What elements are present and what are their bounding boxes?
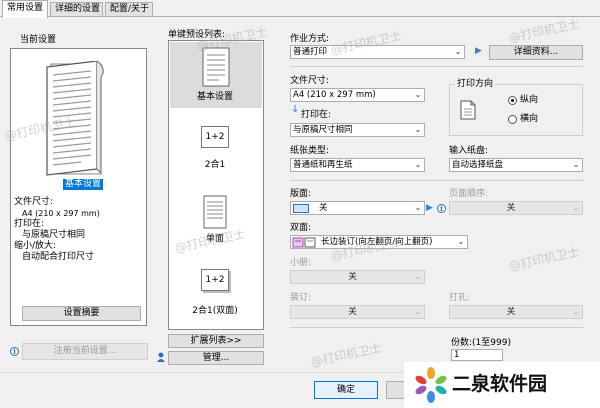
- preview-label: 基本设置: [63, 179, 104, 190]
- booklet-value: 关: [348, 272, 357, 282]
- basic-settings-icon[interactable]: [202, 47, 230, 87]
- brand-name: 二泉软件园: [452, 373, 548, 395]
- settings-summary-button[interactable]: 设置摘要: [22, 306, 141, 321]
- punch-select[interactable]: 关 ⌄: [449, 305, 583, 319]
- brand-logo-icon: [415, 367, 447, 403]
- job-type-select[interactable]: 普通打印 ⌄: [290, 45, 465, 59]
- one-click-item-label[interactable]: 2合1: [169, 160, 261, 171]
- chevron-down-icon: ⌄: [454, 47, 462, 56]
- tab-bar: 常用设置 详细的设置 配置/关于: [0, 0, 600, 18]
- chevron-down-icon: ⌄: [414, 125, 422, 134]
- layout-label: 版面:: [290, 189, 312, 199]
- chevron-down-icon: ⌄: [414, 160, 422, 169]
- duplex-icon: [292, 237, 316, 248]
- chevron-down-icon: ⌄: [572, 203, 580, 212]
- summary-line: 文件尺寸:: [14, 197, 54, 207]
- info-icon: i: [437, 204, 446, 213]
- duplex-label: 双面:: [290, 223, 312, 233]
- binding-label: 装订:: [290, 293, 312, 303]
- copies-value: 1: [454, 350, 460, 360]
- two-in-one-duplex-icon[interactable]: 1+2: [201, 269, 229, 291]
- current-settings-panel: 基本设置: [10, 48, 147, 326]
- media-type-label: 纸张类型:: [290, 146, 330, 156]
- summary-line: 缩小/放大:: [14, 241, 57, 251]
- paper-size-value: A4 (210 x 297 mm): [293, 90, 376, 100]
- job-type-label: 作业方式:: [290, 34, 330, 44]
- current-settings-title: 当前设置: [20, 35, 57, 45]
- separator: [290, 66, 583, 67]
- separator: [290, 327, 583, 328]
- tab-config-about[interactable]: 配置/关于: [105, 2, 153, 17]
- one-click-item-label[interactable]: 基本设置: [169, 92, 261, 103]
- one-click-item-label[interactable]: 2合1(双面): [169, 306, 261, 317]
- settings-summary: 文件尺寸: A4 (210 x 297 mm) 打印在: 与原稿尺寸相同 缩小/…: [14, 197, 100, 263]
- binding-value: 关: [348, 307, 357, 317]
- punch-label: 打孔:: [449, 293, 471, 303]
- summary-line: A4 (210 x 297 mm): [22, 209, 100, 218]
- summary-line: 打印在:: [14, 219, 45, 229]
- booklet-select[interactable]: 关 ⌄: [290, 270, 425, 284]
- arrow-down-icon: ↓: [291, 104, 300, 115]
- manage-button[interactable]: 管理...: [168, 351, 264, 365]
- one-click-item-label[interactable]: 单面: [169, 234, 261, 245]
- page-order-select[interactable]: 关 ⌄: [449, 201, 583, 215]
- one-click-list[interactable]: 基本设置 1+2 2合1 单面 1+2 2合1(双面): [168, 40, 264, 330]
- landscape-label[interactable]: 横向: [520, 114, 538, 125]
- chevron-down-icon: ⌄: [414, 307, 422, 316]
- print-on-select[interactable]: 与原稿尺寸相同 ⌄: [290, 123, 425, 137]
- chevron-down-icon: ⌄: [572, 160, 580, 169]
- print-on-label: 打印在:: [301, 110, 332, 120]
- portrait-page-icon: [460, 100, 476, 120]
- duplex-select[interactable]: 长边装订(向左翻页/向上翻页) ⌄: [290, 235, 468, 249]
- single-sided-icon[interactable]: [203, 195, 227, 229]
- chevron-down-icon: ⌄: [414, 203, 422, 212]
- job-type-value: 普通打印: [293, 47, 328, 57]
- summary-line: 与原稿尺寸相同: [22, 230, 86, 240]
- layout-page-icon: [293, 204, 309, 213]
- register-current-settings-button[interactable]: 注册当前设置...: [22, 343, 148, 360]
- duplex-value: 长边装订(向左翻页/向上翻页): [321, 237, 433, 247]
- copies-input[interactable]: 1: [451, 349, 503, 361]
- document-preview-icon: [46, 61, 104, 176]
- info-icon: i: [10, 347, 19, 356]
- paper-size-label: 文件尺寸:: [290, 76, 330, 86]
- user-icon: [157, 352, 165, 362]
- tab-common-settings[interactable]: 常用设置: [2, 0, 48, 18]
- binding-select[interactable]: 关 ⌄: [290, 305, 425, 319]
- input-tray-value: 自动选择纸盘: [452, 160, 504, 170]
- details-button[interactable]: 详细资料...: [489, 45, 583, 60]
- paper-size-select[interactable]: A4 (210 x 297 mm) ⌄: [290, 88, 425, 102]
- brand-badge: 二泉软件园: [404, 362, 600, 408]
- portrait-radio[interactable]: [508, 96, 517, 105]
- copies-label: 份数:(1至999): [451, 338, 511, 348]
- media-type-value: 普通纸和再生纸: [293, 160, 353, 170]
- arrow-right-icon: ▶: [426, 203, 433, 213]
- page-order-value: 关: [506, 203, 516, 213]
- chevron-down-icon: ⌄: [457, 237, 465, 246]
- layout-select[interactable]: 关 ⌄: [290, 201, 425, 215]
- expand-list-button[interactable]: 扩展列表>>: [168, 334, 264, 348]
- orientation-title: 打印方向: [455, 79, 496, 90]
- page-order-label: 页面顺序:: [449, 189, 489, 199]
- two-in-one-icon[interactable]: 1+2: [201, 126, 229, 148]
- landscape-radio[interactable]: [508, 115, 517, 124]
- booklet-label: 小册:: [290, 258, 312, 268]
- separator: [290, 180, 583, 181]
- media-type-select[interactable]: 普通纸和再生纸 ⌄: [290, 158, 425, 172]
- chevron-down-icon: ⌄: [414, 272, 422, 281]
- tab-detailed-settings[interactable]: 详细的设置: [50, 2, 103, 17]
- layout-value: 关: [319, 203, 328, 213]
- input-tray-label: 输入纸盘:: [449, 146, 489, 156]
- chevron-down-icon: ⌄: [572, 307, 580, 316]
- summary-line: 自动配合打印尺寸: [22, 252, 95, 262]
- print-on-value: 与原稿尺寸相同: [293, 125, 353, 135]
- chevron-down-icon: ⌄: [414, 90, 422, 99]
- punch-value: 关: [506, 307, 516, 317]
- arrow-right-icon: ▶: [475, 46, 482, 56]
- input-tray-select[interactable]: 自动选择纸盘 ⌄: [449, 158, 583, 172]
- cancel-button[interactable]: [386, 381, 406, 399]
- ok-button[interactable]: 确定: [314, 381, 378, 399]
- portrait-label[interactable]: 纵向: [520, 95, 538, 106]
